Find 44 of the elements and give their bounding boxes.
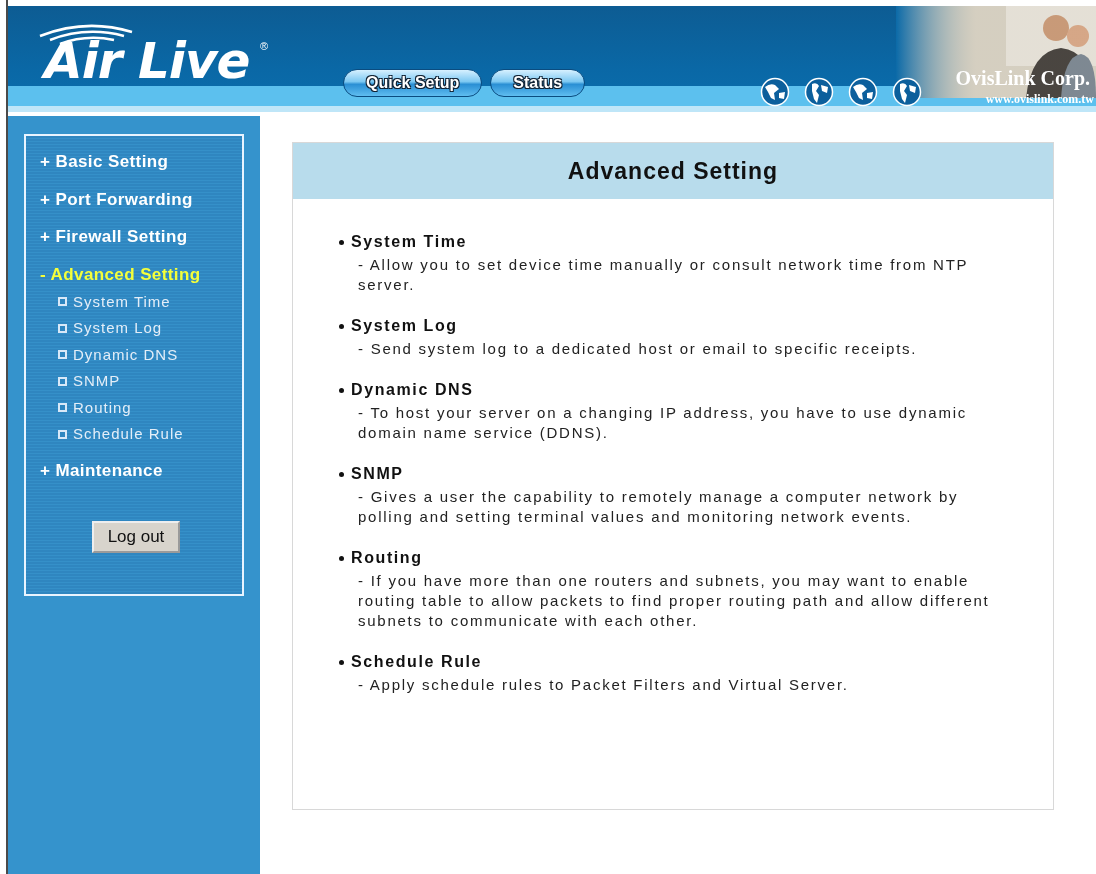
submenu-item[interactable]: SNMP: [58, 371, 242, 391]
submenu-item[interactable]: System Time: [58, 291, 242, 312]
nav-button[interactable]: Status: [490, 69, 586, 97]
section-title: Dynamic DNS: [351, 380, 474, 400]
square-bullet-icon: [58, 403, 67, 412]
section-title: Routing: [351, 548, 423, 568]
menu-item[interactable]: + Maintenance: [40, 461, 242, 481]
section-title: Schedule Rule: [351, 652, 483, 672]
submenu-item[interactable]: System Log: [58, 318, 242, 338]
submenu-item[interactable]: Dynamic DNS: [58, 344, 242, 365]
bullet-icon: [339, 555, 344, 561]
section-description: - Gives a user the capability to remotely manage a computer network by polling and setting terminal values and monitoring network events.: [358, 487, 960, 527]
bullet-icon: [339, 323, 344, 329]
globe-icon[interactable]: [804, 77, 834, 107]
menu-item[interactable]: + Port Forwarding: [40, 189, 242, 210]
section-title: SNMP: [351, 464, 404, 484]
registered-mark: ®: [260, 40, 269, 52]
menu-item[interactable]: + Basic Setting: [40, 152, 242, 172]
square-bullet-icon: [58, 376, 67, 386]
submenu-item[interactable]: Routing: [58, 397, 242, 418]
globe-icon[interactable]: [848, 77, 878, 107]
logout-button[interactable]: Log out: [92, 520, 180, 553]
square-bullet-icon: [58, 297, 67, 306]
bullet-icon: [339, 387, 344, 393]
section-title: System Time: [351, 232, 468, 252]
bullet-icon: [339, 239, 344, 245]
section-description: - Allow you to set device time manually or consult network time from NTP server.: [358, 255, 970, 295]
menu-item[interactable]: - Advanced Setting: [40, 264, 242, 285]
section-description: - To host your server on a changing IP address, you have to use dynamic domain name service (DDNS).: [358, 403, 968, 443]
square-bullet-icon: [58, 323, 67, 333]
menu-item[interactable]: + Firewall Setting: [40, 227, 242, 247]
nav-button[interactable]: Quick Setup: [343, 69, 483, 97]
square-bullet-icon: [58, 429, 67, 439]
section-description: - Apply schedule rules to Packet Filters and Virtual Server.: [358, 675, 850, 695]
panel-title: Advanced Setting: [293, 143, 1053, 199]
square-bullet-icon: [58, 350, 67, 359]
globe-icon[interactable]: [760, 77, 790, 107]
globe-icon[interactable]: [892, 77, 922, 107]
section-title: System Log: [351, 316, 458, 336]
section-description: - Send system log to a dedicated host or email to specific receipts.: [358, 339, 919, 359]
section-description: - If you have more than one routers and subnets, you may want to enable routing table to allow packets to find proper routing path and allow different subnets to communicate with each other.: [358, 571, 991, 631]
bullet-icon: [339, 471, 344, 477]
bullet-icon: [339, 659, 344, 665]
submenu-item[interactable]: Schedule Rule: [58, 424, 242, 444]
